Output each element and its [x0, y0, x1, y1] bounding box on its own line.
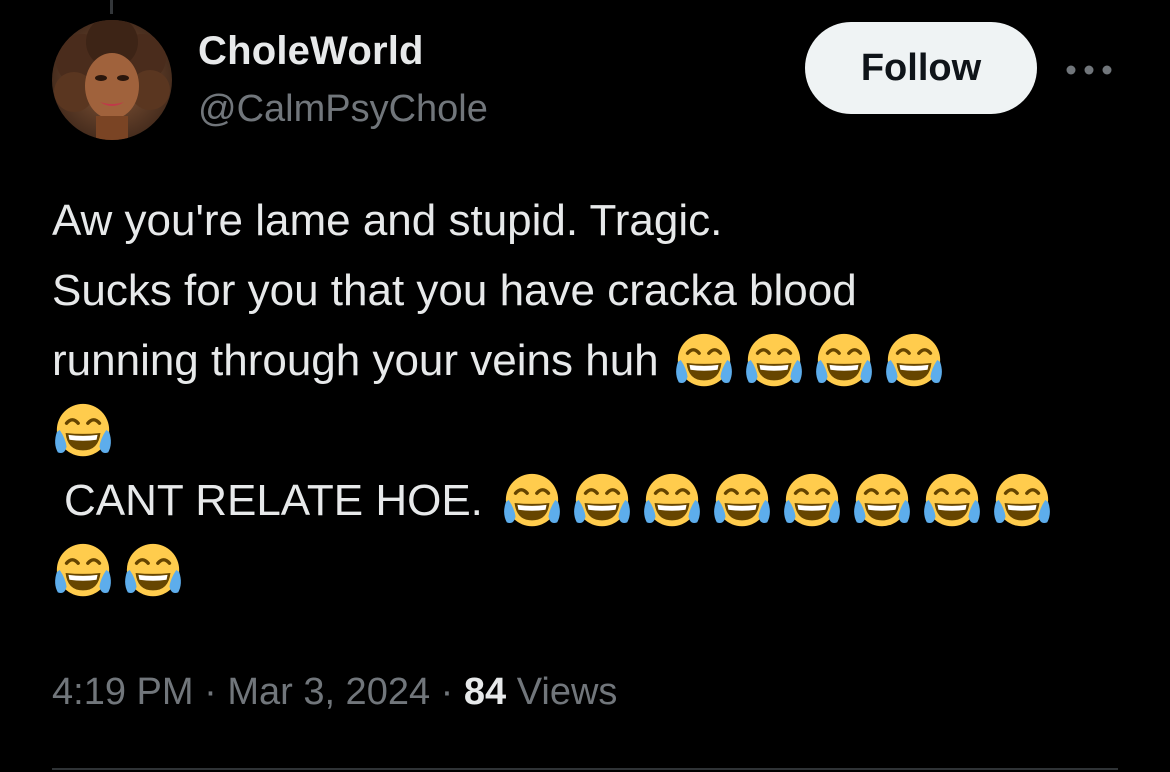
- tweet-time[interactable]: 4:19 PM: [52, 671, 194, 713]
- meta-separator: ·: [440, 671, 454, 713]
- follow-button[interactable]: Follow: [805, 22, 1037, 114]
- tweet-line-text: running through your veins huh: [52, 336, 659, 385]
- thread-connector-line: [110, 0, 113, 14]
- more-horizontal-icon: [1066, 65, 1112, 75]
- profile-photo-icon: [52, 20, 172, 140]
- face-with-tears-of-joy-icon: [641, 470, 703, 532]
- face-with-tears-of-joy-icon: [122, 540, 184, 602]
- avatar[interactable]: [52, 20, 172, 140]
- tweet-line: running through your veins huh: [52, 326, 1132, 396]
- more-options-button[interactable]: [1062, 50, 1116, 90]
- tweet-line-text: CANT RELATE HOE.: [64, 476, 483, 525]
- face-with-tears-of-joy-icon: [501, 470, 563, 532]
- tweet-line: [52, 536, 1132, 606]
- face-with-tears-of-joy-icon: [813, 330, 875, 392]
- face-with-tears-of-joy-icon: [921, 470, 983, 532]
- tweet-line-text: Aw you're lame and stupid. Tragic.: [52, 196, 723, 245]
- tweet-text: Aw you're lame and stupid. Tragic. Sucks…: [52, 186, 1132, 606]
- tweet-line: CANT RELATE HOE.: [52, 466, 1132, 536]
- face-with-tears-of-joy-icon: [711, 470, 773, 532]
- author-display-name[interactable]: CholeWorld: [198, 28, 488, 74]
- face-with-tears-of-joy-icon: [991, 470, 1053, 532]
- face-with-tears-of-joy-icon: [571, 470, 633, 532]
- meta-separator: ·: [204, 671, 217, 713]
- face-with-tears-of-joy-icon: [883, 330, 945, 392]
- face-with-tears-of-joy-icon: [851, 470, 913, 532]
- views-label[interactable]: Views: [517, 671, 618, 713]
- face-with-tears-of-joy-icon: [52, 540, 114, 602]
- tweet-metadata: 4:19 PM · Mar 3, 2024 · 84 Views: [52, 666, 617, 718]
- author-handle[interactable]: @CalmPsyChole: [198, 86, 488, 132]
- views-count[interactable]: 84: [464, 671, 506, 713]
- face-with-tears-of-joy-icon: [52, 400, 114, 462]
- face-with-tears-of-joy-icon: [781, 470, 843, 532]
- tweet-line: [52, 396, 1132, 466]
- divider: [52, 768, 1118, 770]
- tweet-date[interactable]: Mar 3, 2024: [227, 671, 430, 713]
- tweet-line: Sucks for you that you have cracka blood: [52, 256, 1132, 326]
- tweet-line-text: Sucks for you that you have cracka blood: [52, 266, 857, 315]
- face-with-tears-of-joy-icon: [673, 330, 735, 392]
- face-with-tears-of-joy-icon: [743, 330, 805, 392]
- tweet-header: CholeWorld @CalmPsyChole Follow: [52, 20, 1120, 142]
- author-names: CholeWorld @CalmPsyChole: [198, 28, 488, 132]
- tweet-line: Aw you're lame and stupid. Tragic.: [52, 186, 1132, 256]
